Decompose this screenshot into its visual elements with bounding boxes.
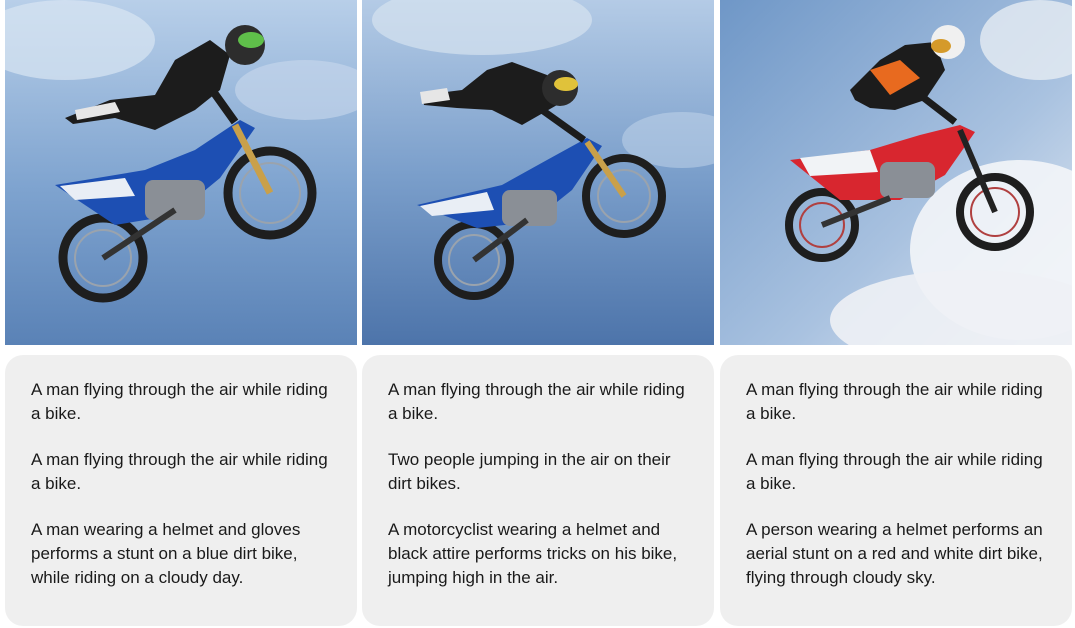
panel-2-caption-card: A man flying through the air while ridin… (362, 355, 714, 626)
caption: A man wearing a helmet and gloves perfor… (31, 520, 301, 587)
panel-1-caption-card: A man flying through the air while ridin… (5, 355, 357, 626)
motocross-photo-blue-2 (362, 0, 714, 345)
panel-1-photo (5, 0, 357, 345)
motocross-photo-blue (5, 0, 357, 345)
caption: A man flying through the air while ridin… (31, 380, 328, 423)
caption: A man flying through the air while ridin… (31, 450, 328, 493)
caption: A motorcyclist wearing a helmet and blac… (388, 520, 678, 587)
panel-3-caption-card: A man flying through the air while ridin… (720, 355, 1072, 626)
caption: A man flying through the air while ridin… (388, 380, 685, 423)
panel-3-photo (720, 0, 1072, 345)
caption: A man flying through the air while ridin… (746, 380, 1043, 423)
caption: Two people jumping in the air on their d… (388, 450, 671, 493)
panel-2-photo (362, 0, 714, 345)
motocross-photo-red (720, 0, 1072, 345)
caption: A man flying through the air while ridin… (746, 450, 1043, 493)
caption: A person wearing a helmet performs an ae… (746, 520, 1043, 587)
